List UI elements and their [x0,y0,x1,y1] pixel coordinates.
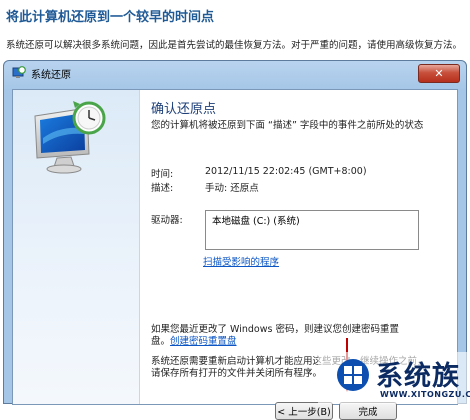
page-heading: 将此计算机还原到一个较早的时间点 [6,10,215,25]
description-value: 手动: 还原点 [205,183,259,194]
system-restore-icon [12,66,26,80]
scan-affected-programs-link[interactable]: 扫描受影响的程序 [203,254,279,268]
time-label: 时间: [151,169,174,180]
back-button[interactable]: < 上一步(B) [275,402,333,420]
windows-logo-icon [337,359,369,391]
restore-illustration [13,90,140,404]
window-title: 系统还原 [31,69,71,81]
time-value: 2012/11/15 22:02:45 (GMT+8:00) [205,166,367,177]
close-icon: ✕ [434,67,444,80]
description-label: 描述: [151,183,174,194]
password-reset-note: 如果您最近更改了 Windows 密码，则建议您创建密码重置盘。创建密码重置盘 [151,324,413,348]
finish-button[interactable]: 完成 [339,402,397,420]
confirm-heading: 确认还原点 [151,102,217,117]
create-password-reset-disk-link[interactable]: 创建密码重置盘 [170,336,237,347]
monitor-clock-icon [34,101,106,174]
watermark-url: WWW.XITONGZU.COM [380,390,470,399]
drives-list[interactable]: 本地磁盘 (C:) (系统) [205,210,419,250]
confirm-subtext: 您的计算机将被还原到下面 “描述” 字段中的事件之前所处的状态 [151,120,424,131]
window-titlebar[interactable]: 系统还原 ✕ [4,61,466,85]
watermark: 系统族 WWW.XITONGZU.COM [318,352,470,404]
drives-label: 驱动器: [151,215,183,226]
drive-item[interactable]: 本地磁盘 (C:) (系统) [212,213,300,227]
watermark-brand: 系统族 [376,361,460,392]
close-button[interactable]: ✕ [418,64,460,83]
page-description: 系统还原可以解决很多系统问题，因此是首先尝试的最佳恢复方法。对于严重的问题，请使… [6,40,463,51]
